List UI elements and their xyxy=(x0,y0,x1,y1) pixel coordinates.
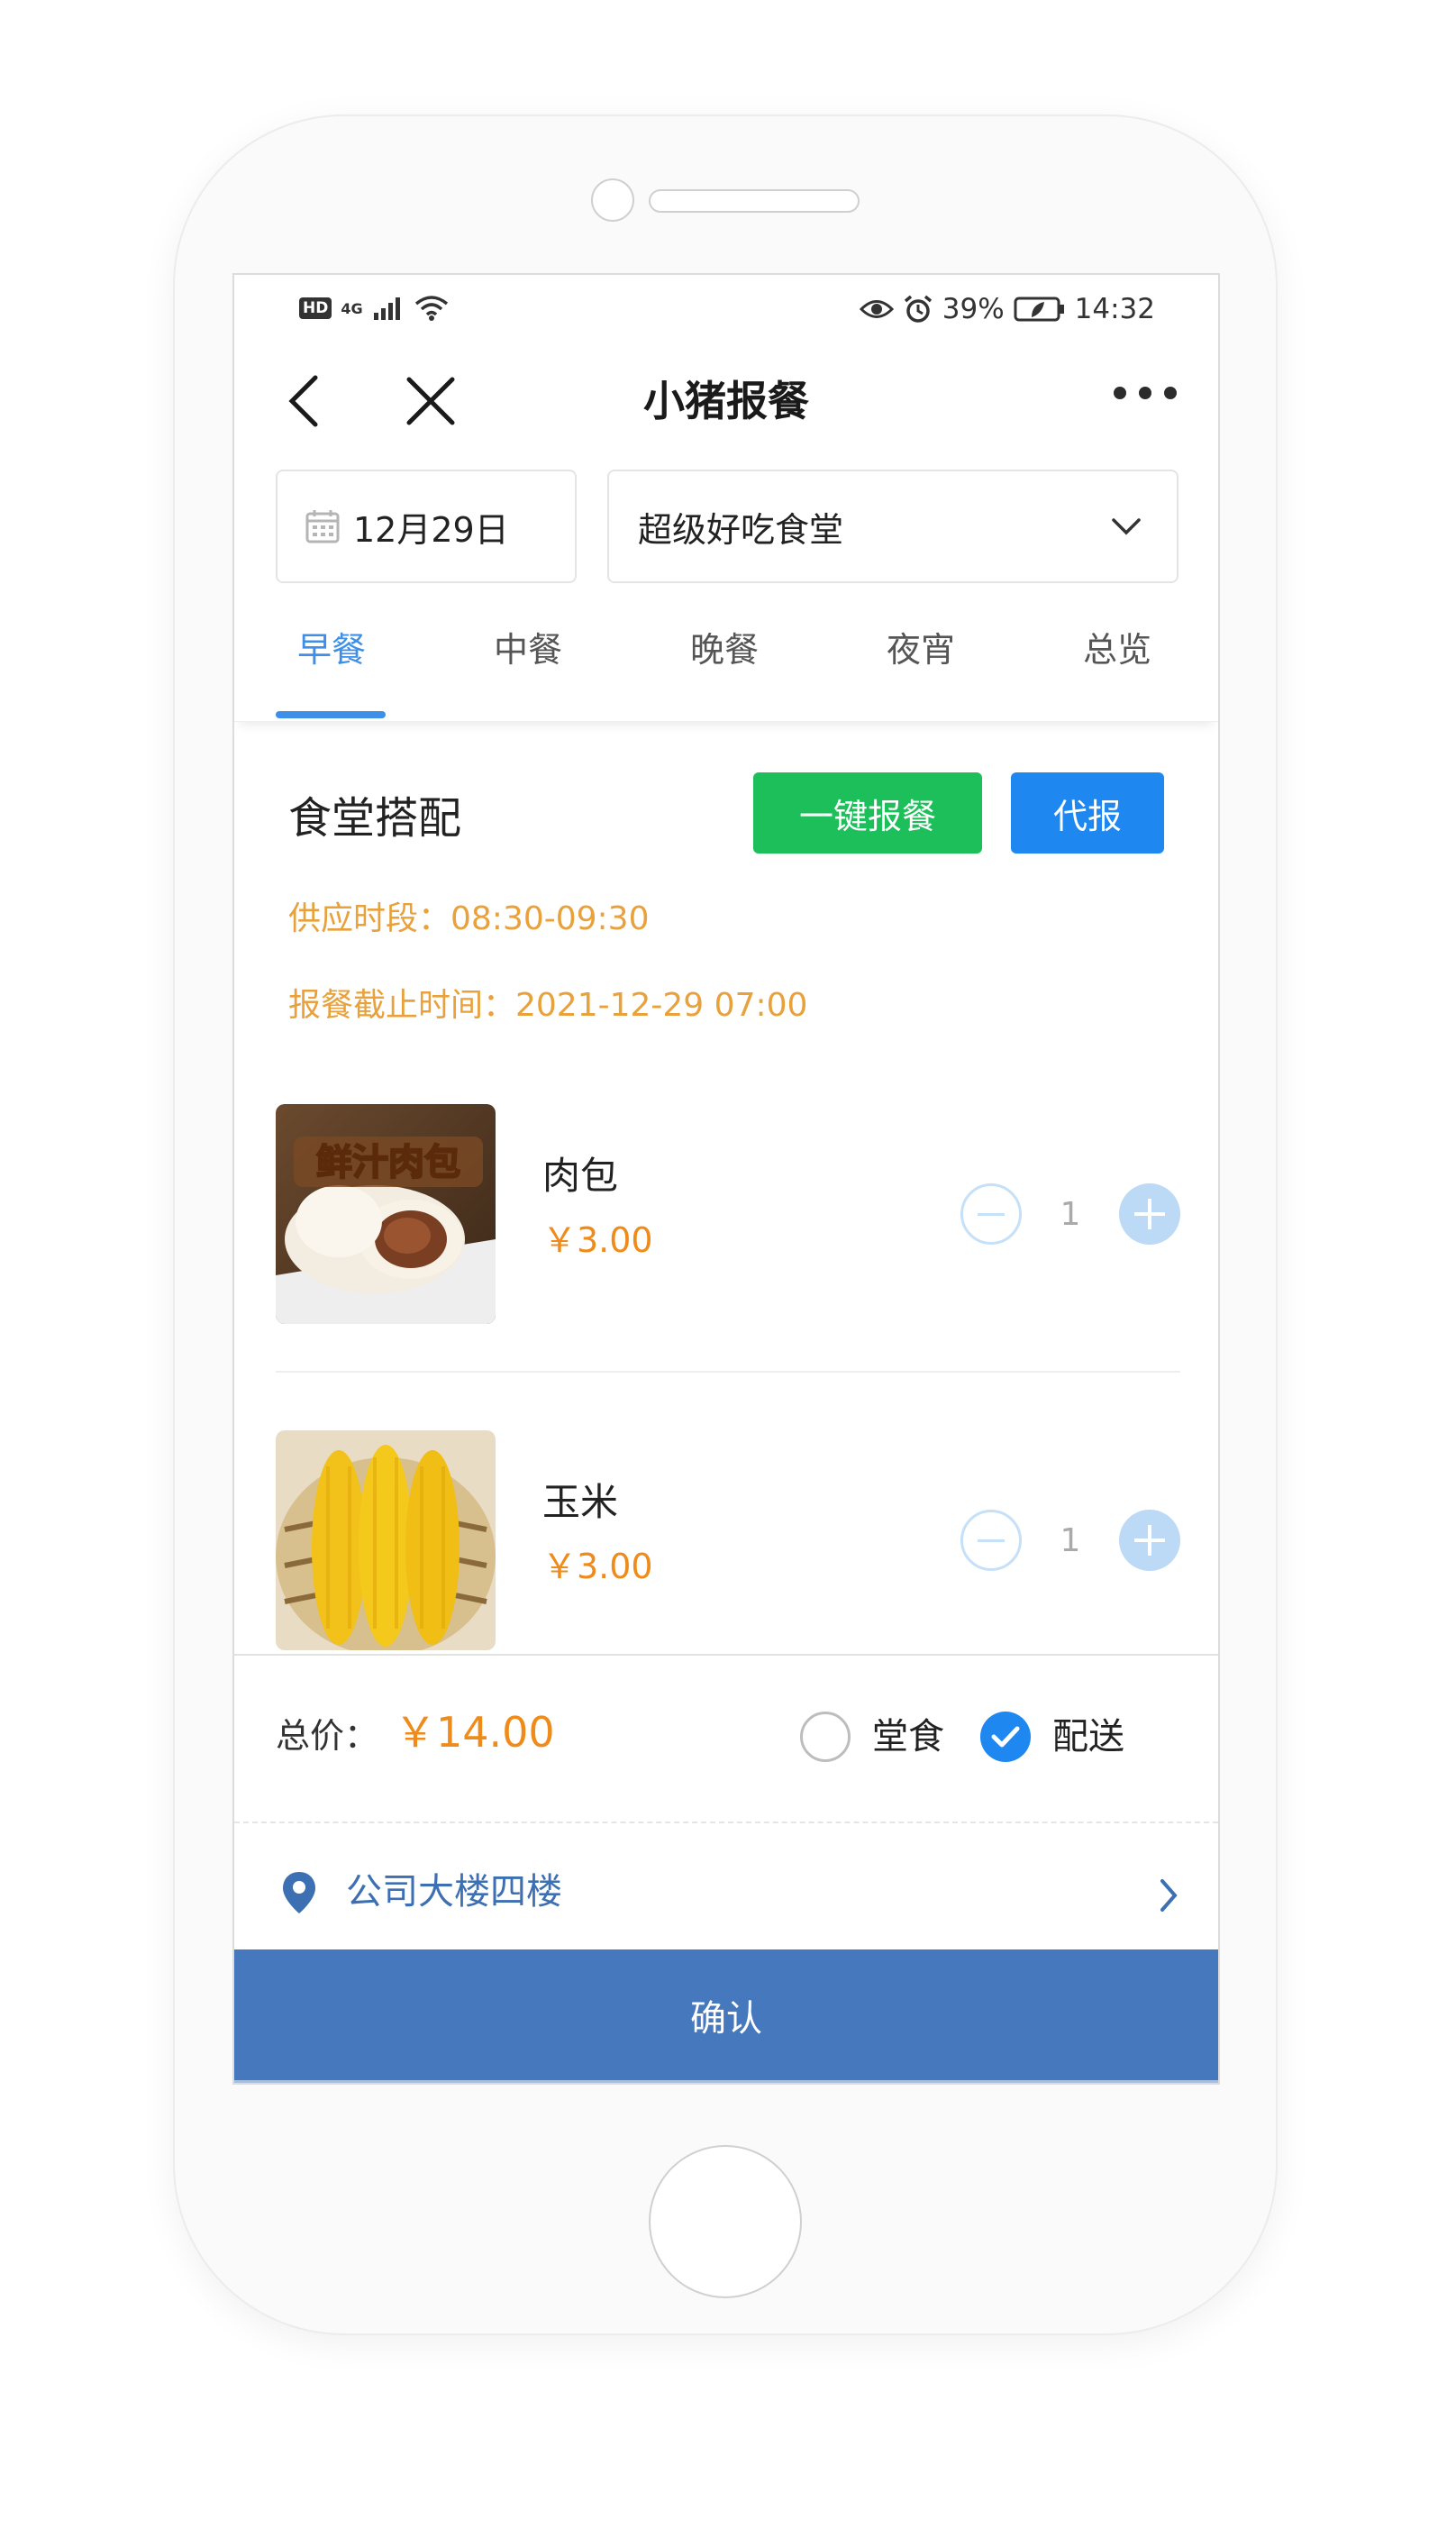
tab-late-snack[interactable]: 夜宵 xyxy=(849,605,993,722)
delivery-address: 公司大楼四楼 xyxy=(346,1871,562,1913)
more-options-button[interactable] xyxy=(1114,387,1177,399)
app-screen: HD 4G 39% 14:32 小猪报餐 12月29日 超级好吃食堂 早餐 中餐… xyxy=(232,273,1220,2085)
delivery-label[interactable]: 配送 xyxy=(1052,1710,1124,1764)
home-button[interactable] xyxy=(649,2145,802,2298)
food-name: 玉米 xyxy=(542,1480,619,1524)
meal-tabs: 早餐 中餐 晚餐 夜宵 总览 xyxy=(234,605,1218,722)
item-divider xyxy=(276,1371,1180,1373)
canteen-select[interactable]: 超级好吃食堂 xyxy=(607,470,1178,583)
food-image-caption: 鲜汁肉包 xyxy=(316,1142,460,1183)
check-icon xyxy=(991,1726,1020,1748)
date-picker[interactable]: 12月29日 xyxy=(276,470,577,583)
signal-icon xyxy=(373,297,400,320)
confirm-button[interactable]: 确认 xyxy=(234,1949,1218,2083)
tab-breakfast[interactable]: 早餐 xyxy=(259,605,404,722)
canteen-value: 超级好吃食堂 xyxy=(638,509,844,550)
food-price: ￥3.00 xyxy=(542,1547,653,1586)
battery-icon xyxy=(1014,297,1064,322)
increase-button[interactable] xyxy=(1119,1183,1180,1245)
date-value: 12月29日 xyxy=(353,509,509,550)
more-dot-icon xyxy=(1139,387,1151,399)
more-dot-icon xyxy=(1114,387,1126,399)
food-image-meat-bun: 鲜汁肉包 xyxy=(276,1104,496,1324)
location-pin-icon xyxy=(283,1872,315,1913)
quantity-stepper: 1 xyxy=(960,1510,1180,1571)
order-summary-panel: 总价： ￥14.00 堂食 配送 公司大楼四楼 确认 xyxy=(234,1654,1218,2083)
tab-overview[interactable]: 总览 xyxy=(1045,605,1189,722)
total-price: ￥14.00 xyxy=(395,1708,555,1757)
more-dot-icon xyxy=(1164,387,1177,399)
hd-badge: HD xyxy=(299,297,332,319)
decrease-button[interactable] xyxy=(960,1183,1022,1245)
chevron-down-icon xyxy=(1112,518,1141,535)
section-title: 食堂搭配 xyxy=(288,793,462,844)
food-name: 肉包 xyxy=(542,1154,619,1198)
quantity-stepper: 1 xyxy=(960,1183,1180,1245)
earpiece-speaker xyxy=(649,189,860,213)
eye-icon xyxy=(859,300,894,318)
food-image-corn xyxy=(276,1430,496,1650)
tab-dinner[interactable]: 晚餐 xyxy=(652,605,796,722)
delivery-radio[interactable] xyxy=(980,1712,1031,1762)
battery-percent: 39% xyxy=(942,293,1005,325)
dine-in-radio[interactable] xyxy=(800,1712,851,1762)
delivery-address-row[interactable]: 公司大楼四楼 xyxy=(234,1823,1218,1958)
status-bar: HD 4G 39% 14:32 xyxy=(234,275,1218,351)
one-click-order-button[interactable]: 一键报餐 xyxy=(753,772,982,854)
clock-time: 14:32 xyxy=(1074,293,1155,325)
quantity-value: 1 xyxy=(1060,1521,1081,1559)
calendar-icon xyxy=(305,510,340,543)
network-type: 4G xyxy=(341,299,363,317)
alarm-icon xyxy=(904,295,932,323)
proxy-order-button[interactable]: 代报 xyxy=(1011,772,1164,854)
food-price: ￥3.00 xyxy=(542,1220,653,1260)
wifi-icon xyxy=(414,296,448,321)
food-item: 鲜汁肉包 肉包 ￥3.00 1 xyxy=(276,1104,1180,1324)
dine-in-label[interactable]: 堂食 xyxy=(872,1710,944,1764)
quantity-value: 1 xyxy=(1060,1195,1081,1233)
front-camera xyxy=(591,178,634,222)
increase-button[interactable] xyxy=(1119,1510,1180,1571)
title-bar: 小猪报餐 xyxy=(234,351,1218,450)
food-item: 玉米 ￥3.00 1 xyxy=(276,1430,1180,1650)
decrease-button[interactable] xyxy=(960,1510,1022,1571)
supply-time: 供应时段：08:30-09:30 xyxy=(288,900,650,937)
tab-lunch[interactable]: 中餐 xyxy=(456,605,600,722)
total-label: 总价： xyxy=(276,1716,379,1756)
chevron-right-icon xyxy=(1160,1879,1178,1912)
page-title: 小猪报餐 xyxy=(643,377,809,425)
status-left: HD 4G xyxy=(299,295,450,322)
status-right: 39% 14:32 xyxy=(859,293,1155,325)
active-tab-indicator xyxy=(276,711,386,718)
order-deadline: 报餐截止时间：2021-12-29 07:00 xyxy=(288,987,808,1024)
